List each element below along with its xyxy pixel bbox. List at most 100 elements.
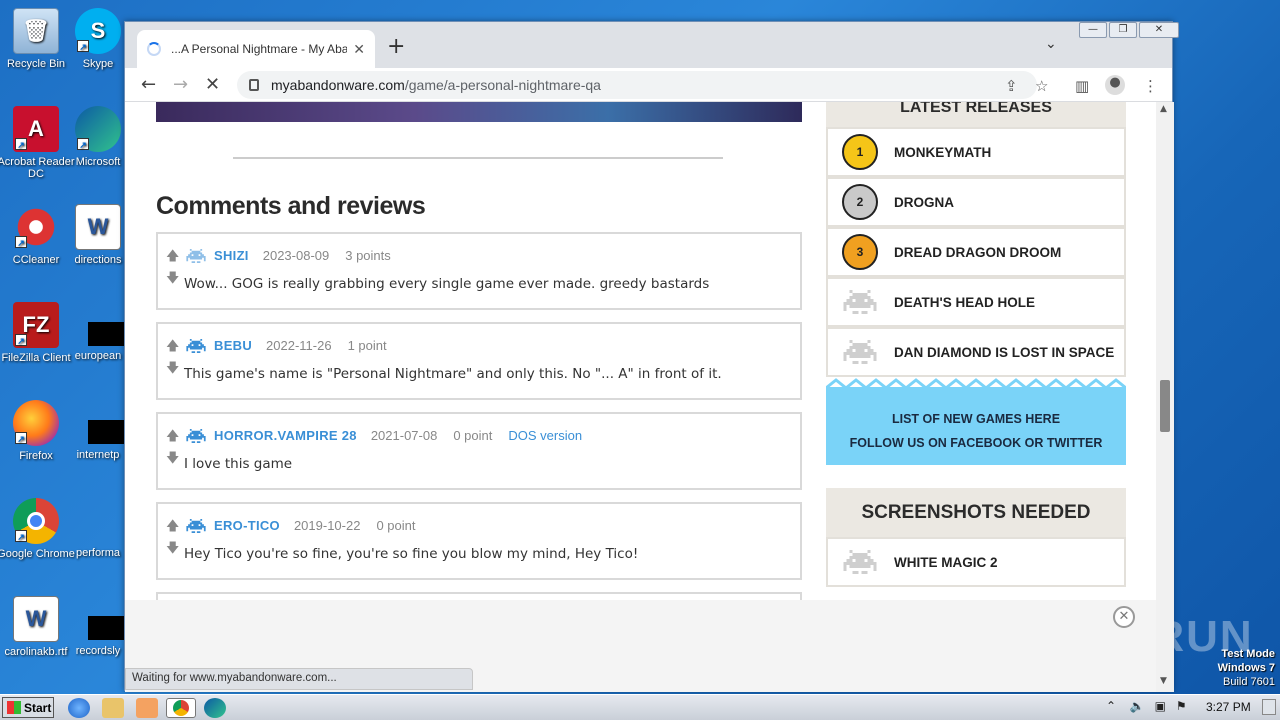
- vertical-scrollbar[interactable]: ▲ ▼: [1156, 102, 1174, 692]
- explorer-taskbar-icon[interactable]: [102, 698, 124, 718]
- stop-loading-icon[interactable]: ✕: [205, 74, 220, 95]
- tray-expand-icon[interactable]: ⌃: [1106, 699, 1116, 713]
- comment-card: 🡅 🡇 ERO-TICO 2019-10-22 0 point Hey Tico…: [156, 502, 802, 580]
- edge-taskbar-icon[interactable]: [204, 698, 226, 718]
- space-invader-avatar-icon: [186, 248, 206, 263]
- upvote-icon[interactable]: 🡅: [166, 516, 179, 538]
- release-name: DREAD DRAGON DROOM: [894, 244, 1062, 260]
- new-tab-button[interactable]: +: [387, 34, 405, 59]
- tab-search-chevron-icon[interactable]: ⌄: [1045, 36, 1057, 52]
- taskbar-clock[interactable]: 3:27 PM: [1206, 700, 1251, 714]
- comment-username[interactable]: HORROR.VAMPIRE 28: [214, 428, 357, 443]
- gold-medal-icon: 1: [842, 134, 878, 170]
- url-domain: myabandonware.com: [271, 77, 405, 93]
- vote-controls: 🡅 🡇: [166, 336, 179, 380]
- promo-line-new-games[interactable]: LIST OF NEW GAMES HERE: [826, 407, 1126, 431]
- vote-controls: 🡅 🡇: [166, 516, 179, 560]
- watermark-line: Build 7601: [1223, 676, 1275, 688]
- share-icon[interactable]: ⇪: [1005, 77, 1018, 95]
- comment-card: 🡅 🡇 BEBU 2022-11-26 1 point This game's …: [156, 322, 802, 400]
- loading-spinner-icon: [147, 42, 161, 56]
- ie-taskbar-icon[interactable]: [68, 698, 90, 718]
- latest-release-item[interactable]: DEATH'S HEAD HOLE: [826, 277, 1126, 327]
- comment-card: [156, 592, 802, 600]
- lock-icon: [249, 79, 259, 91]
- comment-username[interactable]: SHIZI: [214, 248, 249, 263]
- screenshot-needed-item[interactable]: WHITE MAGIC 2: [826, 537, 1126, 587]
- tab-close-icon[interactable]: ✕: [353, 41, 365, 58]
- start-button[interactable]: Start: [2, 697, 54, 718]
- status-bubble: Waiting for www.myabandonware.com...: [125, 668, 473, 690]
- comment-date: 2022-11-26: [266, 338, 332, 353]
- comment-card: 🡅 🡇 HORROR.VAMPIRE 28 2021-07-08 0 point…: [156, 412, 802, 490]
- close-window-button[interactable]: ✕: [1139, 22, 1179, 38]
- latest-release-item[interactable]: DAN DIAMOND IS LOST IN SPACE: [826, 327, 1126, 377]
- latest-release-item[interactable]: 1 MONKEYMATH: [826, 127, 1126, 177]
- release-name: DROGNA: [894, 194, 954, 210]
- upvote-icon[interactable]: 🡅: [166, 426, 179, 448]
- silver-medal-icon: 2: [842, 184, 878, 220]
- back-arrow-icon[interactable]: ←: [141, 74, 156, 95]
- space-invader-avatar-icon: [186, 518, 206, 533]
- network-icon[interactable]: ▣: [1155, 699, 1166, 713]
- comment-username[interactable]: ERO-TICO: [214, 518, 280, 533]
- tab-active[interactable]: ...A Personal Nightmare - My Aband ✕: [137, 30, 375, 68]
- minimize-button[interactable]: —: [1079, 22, 1107, 38]
- forward-arrow-icon[interactable]: →: [173, 74, 188, 95]
- redacted-icon: [88, 322, 124, 346]
- latest-release-item[interactable]: 2 DROGNA: [826, 177, 1126, 227]
- social-promo-box[interactable]: LIST OF NEW GAMES HERE FOLLOW US ON FACE…: [826, 387, 1126, 465]
- release-name: MONKEYMATH: [894, 144, 992, 160]
- show-desktop-button[interactable]: [1262, 699, 1276, 715]
- action-center-flag-icon[interactable]: ⚑: [1176, 699, 1187, 713]
- upvote-icon[interactable]: 🡅: [166, 246, 179, 268]
- downvote-icon[interactable]: 🡇: [166, 268, 179, 290]
- latest-release-item[interactable]: 3 DREAD DRAGON DROOM: [826, 227, 1126, 277]
- bookmark-star-icon[interactable]: ☆: [1035, 77, 1048, 95]
- comment-card: 🡅 🡇 SHIZI 2023-08-09 3 points Wow... GOG…: [156, 232, 802, 310]
- scrollbar-thumb[interactable]: [1160, 380, 1170, 432]
- vote-controls: 🡅 🡇: [166, 246, 179, 290]
- comment-header: HORROR.VAMPIRE 28 2021-07-08 0 point DOS…: [184, 428, 582, 443]
- scroll-down-arrow-icon[interactable]: ▼: [1160, 676, 1167, 686]
- comment-header: ERO-TICO 2019-10-22 0 point: [184, 518, 432, 533]
- window-controls: — ❐ ✕: [1077, 22, 1179, 40]
- scroll-up-arrow-icon[interactable]: ▲: [1160, 104, 1167, 114]
- chrome-taskbar-icon[interactable]: [166, 698, 196, 718]
- screenshot-game-name: WHITE MAGIC 2: [894, 554, 998, 570]
- downvote-icon[interactable]: 🡇: [166, 538, 179, 560]
- screenshots-needed-title: SCREENSHOTS NEEDED: [826, 488, 1126, 538]
- address-bar[interactable]: myabandonware.com/game/a-personal-nightm…: [237, 71, 1037, 99]
- word-doc-icon: W: [75, 204, 121, 250]
- latest-releases-title: LATEST RELEASES: [826, 102, 1126, 128]
- media-player-taskbar-icon[interactable]: [136, 698, 158, 718]
- system-tray: ⌃ 🔈 ▣ ⚑: [1106, 699, 1187, 713]
- comment-version-link[interactable]: DOS version: [508, 428, 582, 443]
- taskbar: Start ⌃ 🔈 ▣ ⚑ 3:27 PM: [0, 694, 1280, 720]
- comment-username[interactable]: BEBU: [214, 338, 252, 353]
- comment-header: BEBU 2022-11-26 1 point: [184, 338, 403, 353]
- watermark-line: Windows 7: [1217, 662, 1275, 674]
- downvote-icon[interactable]: 🡇: [166, 358, 179, 380]
- skype-icon: S ↗: [75, 8, 121, 54]
- comment-points: 0 point: [453, 428, 493, 443]
- game-hero-image: [156, 102, 802, 122]
- upvote-icon[interactable]: 🡅: [166, 336, 179, 358]
- ccleaner-icon: ↗: [13, 204, 59, 250]
- volume-icon[interactable]: 🔈: [1130, 699, 1145, 713]
- side-panel-icon[interactable]: ▥: [1075, 77, 1089, 95]
- profile-avatar-icon[interactable]: ●: [1105, 75, 1125, 95]
- comment-points: 1 point: [347, 338, 387, 353]
- page-content: Comments and reviews 🡅 🡇 SHIZI 2023-08-0…: [125, 102, 1156, 600]
- promo-line-follow[interactable]: FOLLOW US ON FACEBOOK OR TWITTER: [826, 431, 1126, 455]
- maximize-button[interactable]: ❐: [1109, 22, 1137, 38]
- redacted-icon: [88, 420, 124, 444]
- word-doc-icon: W: [13, 596, 59, 642]
- ad-close-icon[interactable]: ✕: [1113, 606, 1135, 628]
- menu-kebab-icon[interactable]: ⋮: [1143, 77, 1158, 95]
- release-name: DAN DIAMOND IS LOST IN SPACE: [894, 344, 1115, 360]
- vote-controls: 🡅 🡇: [166, 426, 179, 470]
- filezilla-icon: FZ ↗: [13, 302, 59, 348]
- comment-date: 2019-10-22: [293, 518, 361, 533]
- downvote-icon[interactable]: 🡇: [166, 448, 179, 470]
